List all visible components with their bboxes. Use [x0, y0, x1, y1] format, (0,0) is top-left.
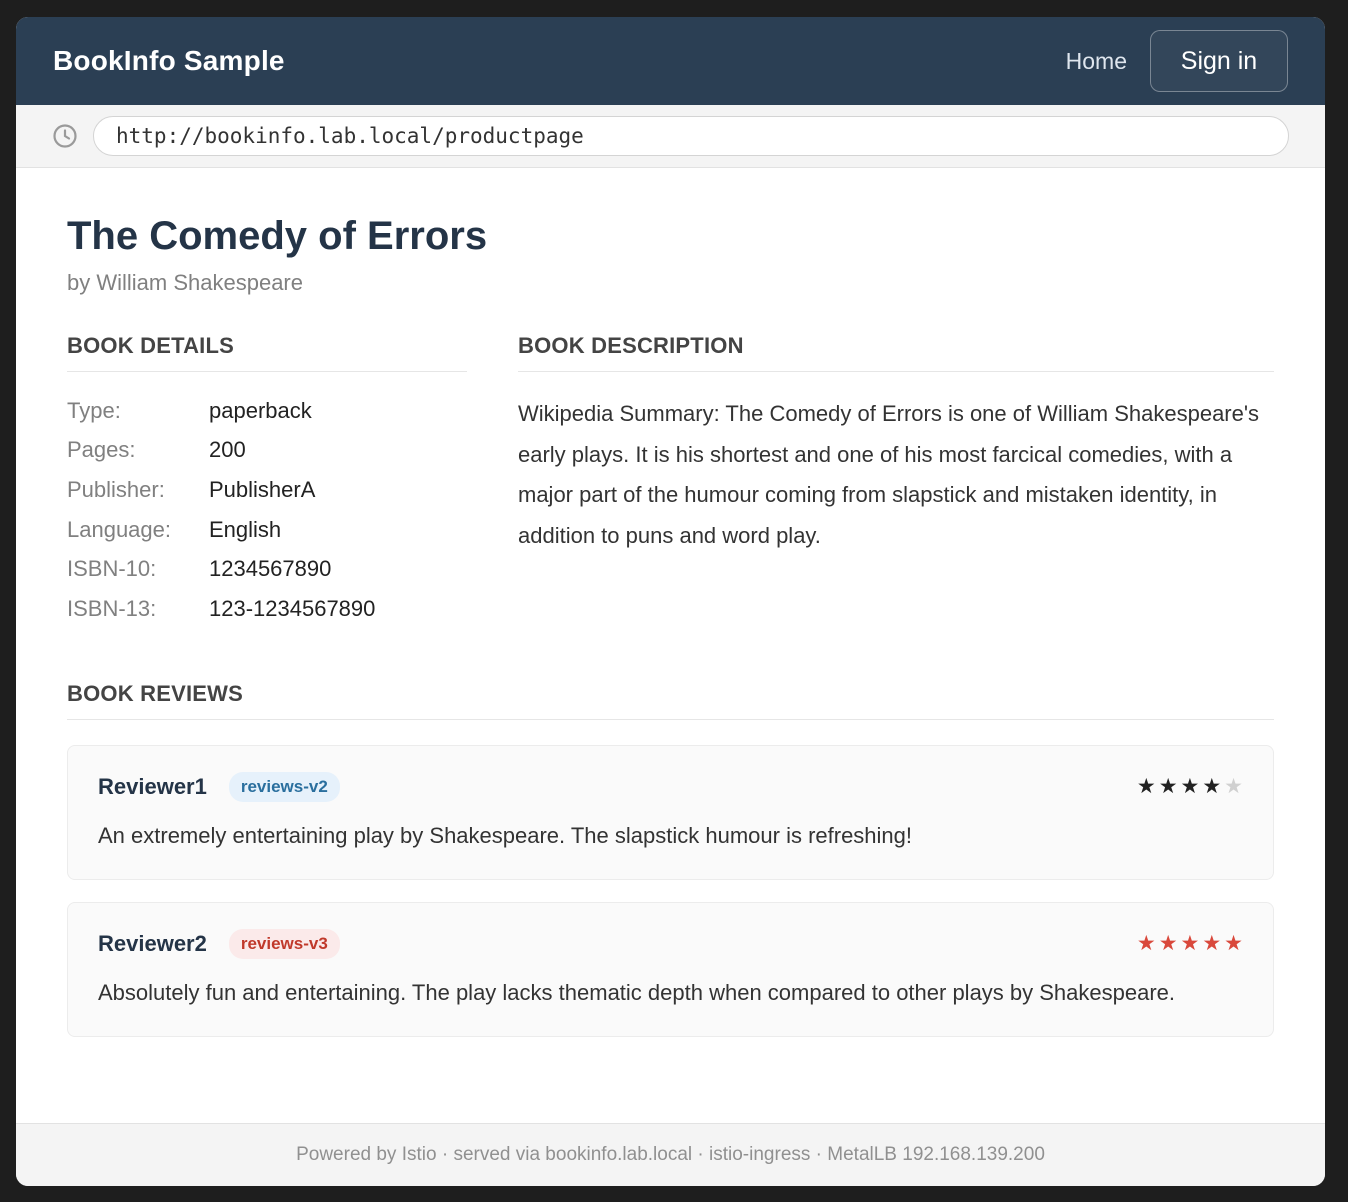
detail-row-language: Language: English [67, 510, 467, 550]
detail-label: Pages: [67, 437, 136, 463]
detail-label: Publisher: [67, 476, 165, 502]
filled-star-icon: ★ [1180, 775, 1200, 799]
url-bar: http://bookinfo.lab.local/productpage [16, 105, 1325, 168]
filled-star-icon: ★ [1158, 932, 1178, 956]
filled-star-icon: ★ [1202, 932, 1222, 956]
detail-label: ISBN-13: [67, 595, 157, 621]
book-author: by William Shakespeare [67, 270, 303, 295]
version-badge: reviews-v2 [228, 771, 340, 802]
book-reviews-section: BOOK REVIEWS Reviewer1 reviews-v2 ★ ★ ★ ★ ★ … [67, 681, 1274, 1037]
detail-value: English [209, 516, 282, 542]
book-description-heading: BOOK DESCRIPTION [518, 333, 1274, 372]
url-input[interactable]: http://bookinfo.lab.local/productpage [93, 116, 1289, 156]
clock-icon[interactable] [52, 123, 78, 149]
empty-star-icon: ★ [1224, 775, 1243, 799]
review-card: Reviewer2 reviews-v3 ★ ★ ★ ★ ★ Absolutely fu… [67, 901, 1274, 1037]
browser-window: BookInfo Sample Home Sign in http://book… [16, 17, 1325, 1186]
review-header: Reviewer2 reviews-v3 ★ ★ ★ ★ ★ [98, 927, 1243, 961]
book-details-heading: BOOK DETAILS [67, 333, 467, 372]
detail-value: paperback [209, 397, 312, 423]
book-title: The Comedy of Errors [67, 214, 488, 258]
detail-row-publisher: Publisher: PublisherA [67, 470, 467, 510]
book-description-section: BOOK DESCRIPTION Wikipedia Summary: The … [518, 333, 1274, 629]
detail-value: 200 [209, 437, 246, 463]
nav-home-link[interactable]: Home [1066, 48, 1127, 75]
book-info-columns: BOOK DETAILS Type: paperback Pages: 200 … [67, 333, 1274, 629]
detail-row-pages: Pages: 200 [67, 431, 467, 471]
filled-star-icon: ★ [1158, 775, 1178, 799]
filled-star-icon: ★ [1136, 932, 1156, 956]
review-text: An extremely entertaining play by Shakes… [98, 822, 913, 848]
book-details-list: Type: paperback Pages: 200 Publisher: Pu… [67, 391, 467, 629]
detail-row-isbn10: ISBN-10: 1234567890 [67, 549, 467, 589]
detail-label: Type: [67, 397, 121, 423]
filled-star-icon: ★ [1136, 775, 1156, 799]
detail-row-isbn13: ISBN-13: 123-1234567890 [67, 589, 467, 629]
detail-label: ISBN-10: [67, 556, 157, 582]
book-reviews-heading: BOOK REVIEWS [67, 681, 1274, 720]
detail-value: 1234567890 [209, 556, 332, 582]
filled-star-icon: ★ [1224, 932, 1243, 956]
product-page: The Comedy of Errors by William Shakespe… [16, 168, 1325, 1037]
book-details-section: BOOK DETAILS Type: paperback Pages: 200 … [67, 333, 467, 629]
filled-star-icon: ★ [1180, 932, 1200, 956]
star-rating: ★ ★ ★ ★ ★ [1137, 774, 1243, 799]
detail-label: Language: [67, 516, 171, 542]
detail-value: 123-1234567890 [209, 595, 376, 621]
detail-value: PublisherA [209, 476, 316, 502]
sign-in-button[interactable]: Sign in [1150, 30, 1288, 92]
book-description-text: Wikipedia Summary: The Comedy of Errors … [518, 401, 1260, 548]
brand-title[interactable]: BookInfo Sample [53, 45, 285, 77]
reviewer-name: Reviewer1 [98, 773, 207, 799]
filled-star-icon: ★ [1202, 775, 1222, 799]
footer: Powered by Istio · served via bookinfo.l… [16, 1123, 1325, 1186]
review-text: Absolutely fun and entertaining. The pla… [98, 979, 1176, 1005]
reviewer-name: Reviewer2 [98, 930, 207, 956]
review-card: Reviewer1 reviews-v2 ★ ★ ★ ★ ★ An extremely … [67, 744, 1274, 880]
navbar: BookInfo Sample Home Sign in [16, 17, 1325, 105]
review-header: Reviewer1 reviews-v2 ★ ★ ★ ★ ★ [98, 770, 1243, 804]
version-badge: reviews-v3 [228, 928, 340, 959]
star-rating: ★ ★ ★ ★ ★ [1137, 931, 1243, 956]
detail-row-type: Type: paperback [67, 391, 467, 431]
